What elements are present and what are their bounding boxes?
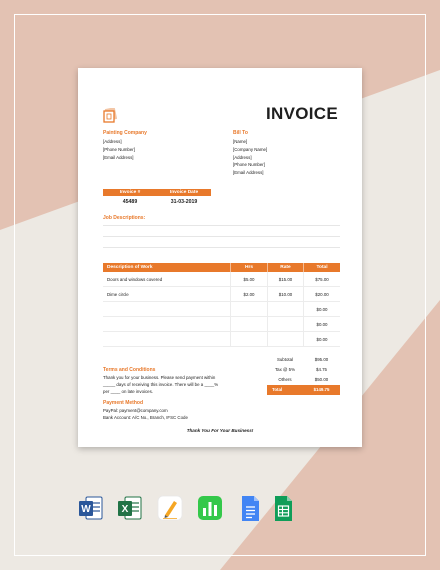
invoice-number-label: Invoice # [119,190,141,195]
row-rate: $10.00 [267,287,303,301]
invoice-number: 45489 [122,199,138,205]
others-label: Others [278,377,292,382]
col-total: Total [303,263,340,272]
bill-to-address: [Address] [233,154,252,160]
col-description: Description of Work [107,265,153,270]
row-hrs: $2.00 [230,287,267,301]
row-rate: $15.00 [267,272,303,286]
terms-text: Thank you for your business. Please send… [103,375,218,395]
bill-to-block: [Name] [Company Name] [Address] [Phone N… [233,138,267,177]
col-rate: Rate [267,263,303,272]
total-label: Total [267,385,303,395]
row-total: $0.00 [303,317,340,331]
table-row: Dime circle $2.00 $10.00 $20.00 [103,287,340,302]
subtotal-row: Subtotal $95.00 [103,355,340,365]
divider [103,236,340,237]
svg-text:W: W [81,504,91,515]
terms-line: per ____ on late invoices. [103,388,154,394]
row-rate [267,317,303,331]
company-address: [Address] [103,139,122,144]
bill-to-heading: Bill To [233,130,248,136]
row-rate [267,302,303,316]
google-sheets-icon[interactable] [270,495,296,523]
payment-method-text: PayPal: payment@company.com Bank Account… [103,408,188,422]
row-hrs [230,302,267,316]
row-description [103,317,230,331]
divider [103,225,340,226]
table-row: Doors and windows covered $5.00 $15.00 $… [103,272,340,287]
google-docs-icon[interactable] [237,495,263,523]
work-table: Description of Work Hrs Rate Total Doors… [103,263,340,347]
job-descriptions-label: Job Descriptions: [103,215,146,221]
bill-to-phone: [Phone Number] [233,162,265,168]
numbers-icon[interactable] [197,495,223,523]
invoice-date-label: Invoice Date [169,190,199,195]
row-total: $0.00 [303,332,340,346]
payment-line: PayPal: payment@company.com [103,408,168,413]
bill-to-email: [Email Address] [233,170,264,176]
table-row: $0.00 [103,317,340,332]
bill-to-name: [Name] [233,139,248,144]
invoice-date: 31-03-2019 [170,199,198,205]
excel-icon[interactable]: X [117,495,143,523]
invoice-meta-header: Invoice # Invoice Date [103,189,211,196]
terms-title: Terms and Conditions [103,367,156,373]
word-icon[interactable]: W [78,495,104,523]
bill-to-company: [Company Name] [233,146,268,152]
svg-text:X: X [122,504,129,515]
divider [103,247,340,248]
invoice-title: INVOICE [265,104,338,123]
company-phone: [Phone Number] [103,146,135,152]
row-hrs: $5.00 [230,272,267,286]
row-description [103,332,230,346]
row-hrs [230,317,267,331]
company-name: Painting Company [103,130,147,136]
row-rate [267,332,303,346]
row-description: Doors and windows covered [107,277,163,282]
terms-line: _____ days of receiving this invoice. Th… [103,381,219,387]
table-row: $0.00 [103,332,340,347]
row-total: $0.00 [303,302,340,316]
col-hrs: Hrs [230,263,267,272]
row-description [103,302,230,316]
company-address-block: [Address] [Phone Number] [Email Address] [103,138,135,161]
company-email: [Email Address] [103,154,134,160]
table-row: $0.00 [103,302,340,317]
subtotal-label: Subtotal [276,357,294,362]
subtotal-value: $95.00 [314,357,329,362]
others-value: $50.00 [314,377,329,382]
invoice-meta-values: 45489 31-03-2019 [103,199,211,205]
row-description: Dime circle [107,292,129,297]
row-total: $75.00 [303,272,340,286]
terms-line: Thank you for your business. Please send… [103,375,216,380]
total-value: $149.75 [303,385,340,395]
tax-value: $4.75 [316,367,327,372]
thank-you-note: Thank You For Your Business! [186,428,254,433]
row-total: $20.00 [303,287,340,301]
pages-icon[interactable] [157,495,183,523]
table-header: Description of Work Hrs Rate Total [103,263,340,272]
payment-line: Bank Account: A/C No., Branch, IFSC Code [103,414,188,420]
invoice-page: INVOICE Painting Company [Address] [Phon… [78,68,362,447]
app-icon-row: W X [0,495,440,523]
company-logo-icon [103,108,117,123]
row-hrs [230,332,267,346]
tax-label: Tax @ 5% [274,367,296,372]
payment-method-title: Payment Method [103,400,144,406]
